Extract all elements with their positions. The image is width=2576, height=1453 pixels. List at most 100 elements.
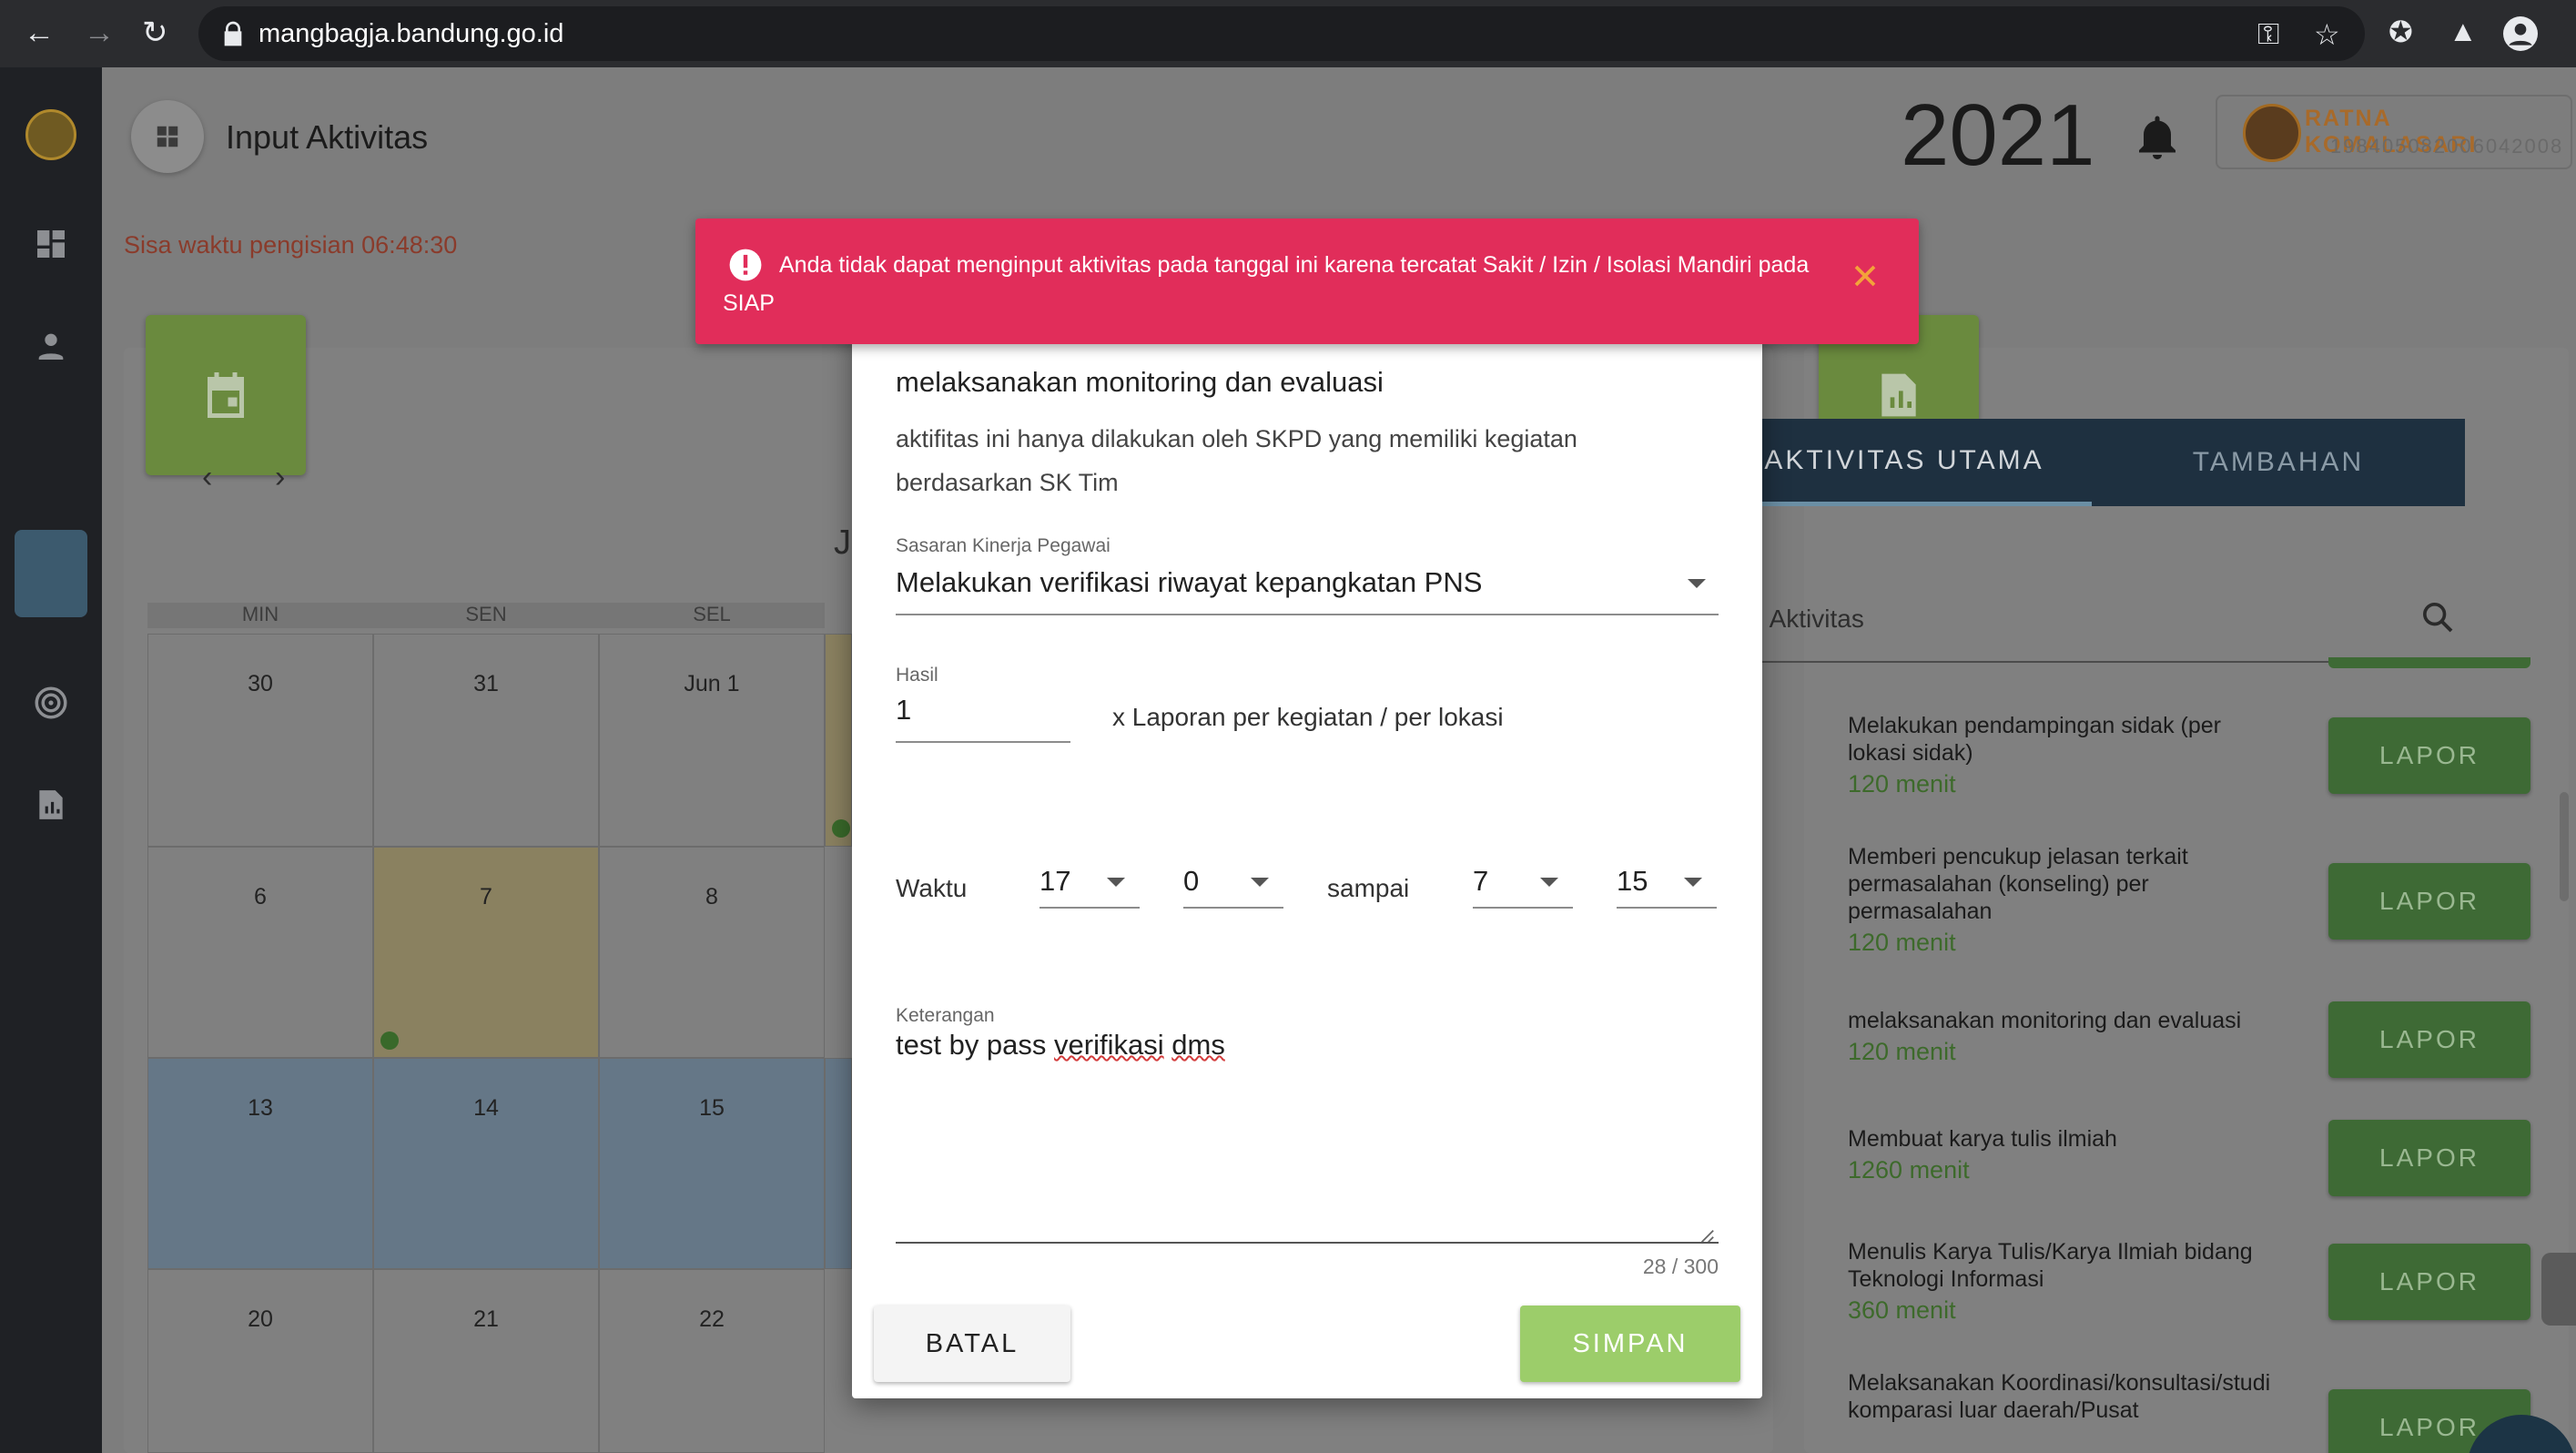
- hasil-underline: [896, 741, 1070, 743]
- chevron-down-icon[interactable]: [1688, 579, 1706, 588]
- keterangan-misspelled-word: verifikasi: [1054, 1029, 1164, 1061]
- chevron-down-icon[interactable]: [1107, 878, 1125, 887]
- profile-icon[interactable]: [2503, 16, 2538, 51]
- dialog-description: aktifitas ini hanya dilakukan oleh SKPD …: [896, 425, 1577, 496]
- activity-item: Melaksanakan Koordinasi/konsultasi/studi…: [1848, 1369, 2285, 1424]
- browser-toolbar: ← → ↻ mangbagja.bandung.go.id ⚿ ☆ ✪ ▲: [0, 0, 2576, 67]
- activity-search-input[interactable]: Cari Aktivitas: [1717, 590, 2461, 663]
- sasaran-label: Sasaran Kinerja Pegawai: [896, 535, 1111, 556]
- calendar-tile: [146, 315, 306, 475]
- target-icon[interactable]: [15, 666, 87, 739]
- activity-name: Memberi pencukup jelasan terkait permasa…: [1848, 844, 2188, 924]
- calendar-day[interactable]: 14: [373, 1058, 599, 1269]
- calendar-day[interactable]: 6: [147, 847, 373, 1058]
- reload-icon[interactable]: ↻: [142, 15, 168, 51]
- activity-item: Memberi pencukup jelasan terkait permasa…: [1848, 843, 2285, 956]
- save-button[interactable]: SIMPAN: [1520, 1306, 1740, 1382]
- alert-message: Anda tidak dapat menginput aktivitas pad…: [723, 252, 1810, 316]
- menu-toggle-button[interactable]: [131, 100, 204, 173]
- page-title: Input Aktivitas: [226, 118, 429, 156]
- user-icon[interactable]: [15, 310, 87, 382]
- calendar-day[interactable]: Jun 1: [599, 634, 825, 847]
- activity-name: Melaksanakan Koordinasi/konsultasi/studi…: [1848, 1370, 2271, 1423]
- dialog-title: melaksanakan monitoring dan evaluasi: [896, 366, 1384, 398]
- end-hour-select[interactable]: 7: [1473, 865, 1488, 898]
- calendar-icon: [208, 372, 244, 418]
- end-hour-underline: [1473, 907, 1573, 909]
- address-bar[interactable]: mangbagja.bandung.go.id ⚿ ☆: [198, 6, 2365, 61]
- close-icon[interactable]: [1851, 262, 1879, 290]
- month-title: J: [834, 523, 851, 562]
- calendar-day[interactable]: 8: [599, 847, 825, 1058]
- start-minute-select[interactable]: 0: [1183, 865, 1199, 898]
- lapor-button[interactable]: LAPOR: [2328, 1001, 2530, 1078]
- hasil-input[interactable]: 1: [896, 694, 911, 726]
- keterangan-label: Keterangan: [896, 1005, 995, 1026]
- sidebar-item-active[interactable]: [15, 530, 87, 617]
- back-icon[interactable]: ←: [24, 15, 55, 51]
- activity-duration: 360 menit: [1848, 1296, 1956, 1324]
- calendar-day[interactable]: 22: [599, 1269, 825, 1453]
- dashboard-icon[interactable]: [15, 208, 87, 280]
- start-hour-underline: [1040, 907, 1140, 909]
- grid-icon: [157, 126, 178, 147]
- sidebar: [0, 67, 102, 1453]
- extensions-icon[interactable]: ✪: [2388, 15, 2413, 49]
- forward-icon[interactable]: →: [84, 15, 115, 51]
- tab-tambahan[interactable]: TAMBAHAN: [2092, 419, 2465, 506]
- calendar-day[interactable]: 13: [147, 1058, 373, 1269]
- user-profile[interactable]: RATNA KOMALASARI 198405082006042008: [2216, 95, 2572, 169]
- keterangan-textarea[interactable]: test by pass verifikasi dms: [896, 1029, 1225, 1062]
- lapor-button[interactable]: LAPOR: [2328, 717, 2530, 794]
- calendar-day-partial[interactable]: [825, 1058, 852, 1269]
- activity-name: Melakukan pendampingan sidak (per lokasi…: [1848, 713, 2221, 766]
- avatar: [2243, 104, 2301, 162]
- next-month-button[interactable]: ›: [275, 460, 285, 495]
- key-icon[interactable]: ⚿: [2257, 17, 2279, 52]
- calendar-day[interactable]: 30: [147, 634, 373, 847]
- lock-icon: [224, 21, 242, 46]
- calendar-day[interactable]: 15: [599, 1058, 825, 1269]
- keterangan-underline: [896, 1242, 1719, 1244]
- character-counter: 28 / 300: [1642, 1255, 1719, 1278]
- activity-duration: 120 menit: [1848, 1038, 1956, 1065]
- start-hour-select[interactable]: 17: [1040, 865, 1070, 898]
- activity-item: Melakukan pendampingan sidak (per lokasi…: [1848, 712, 2285, 798]
- prev-month-button[interactable]: ‹: [202, 460, 212, 495]
- app-logo[interactable]: [25, 109, 76, 160]
- chevron-down-icon[interactable]: [1684, 878, 1702, 887]
- sasaran-select[interactable]: Melakukan verifikasi riwayat kepangkatan…: [896, 566, 1482, 599]
- sampai-label: sampai: [1327, 874, 1410, 902]
- hasil-unit: x Laporan per kegiatan / per lokasi: [1112, 703, 1504, 731]
- side-panel-handle[interactable]: [2541, 1253, 2576, 1326]
- star-icon[interactable]: ☆: [2314, 17, 2340, 52]
- chevron-down-icon[interactable]: [1540, 878, 1558, 887]
- calendar-day-selected[interactable]: 7: [373, 847, 599, 1058]
- activity-dot: [380, 1031, 399, 1050]
- countdown-text: Sisa waktu pengisian 06:48:30: [124, 231, 458, 259]
- calendar-day[interactable]: 31: [373, 634, 599, 847]
- error-alert: Anda tidak dapat menginput aktivitas pad…: [695, 218, 1919, 344]
- bell-icon[interactable]: [2130, 109, 2185, 164]
- end-minute-select[interactable]: 15: [1617, 865, 1648, 898]
- chevron-down-icon[interactable]: [1251, 878, 1269, 887]
- calendar-day[interactable]: 21: [373, 1269, 599, 1453]
- cancel-button[interactable]: BATAL: [874, 1306, 1070, 1382]
- search-icon[interactable]: [2419, 599, 2456, 635]
- labs-icon[interactable]: ▲: [2449, 15, 2478, 48]
- lapor-button[interactable]: LAPOR: [2328, 863, 2530, 940]
- activity-item: Membuat karya tulis ilmiah 1260 menit: [1848, 1125, 2285, 1184]
- tab-aktivitas-utama[interactable]: AKTIVITAS UTAMA: [1717, 419, 2092, 506]
- calendar-day[interactable]: 20: [147, 1269, 373, 1453]
- previous-lapor-button-edge[interactable]: [2328, 657, 2530, 668]
- url-text: mangbagja.bandung.go.id: [259, 19, 564, 48]
- scrollbar[interactable]: [2560, 792, 2569, 901]
- lapor-button[interactable]: LAPOR: [2328, 1120, 2530, 1196]
- calendar-day-partial[interactable]: [825, 634, 852, 847]
- lapor-button[interactable]: LAPOR: [2328, 1244, 2530, 1320]
- report-icon[interactable]: [15, 768, 87, 841]
- activity-item: Menulis Karya Tulis/Karya Ilmiah bidang …: [1848, 1238, 2285, 1324]
- keterangan-text-space: [1164, 1029, 1172, 1061]
- waktu-label: Waktu: [896, 874, 968, 902]
- day-header: SEL: [599, 603, 825, 628]
